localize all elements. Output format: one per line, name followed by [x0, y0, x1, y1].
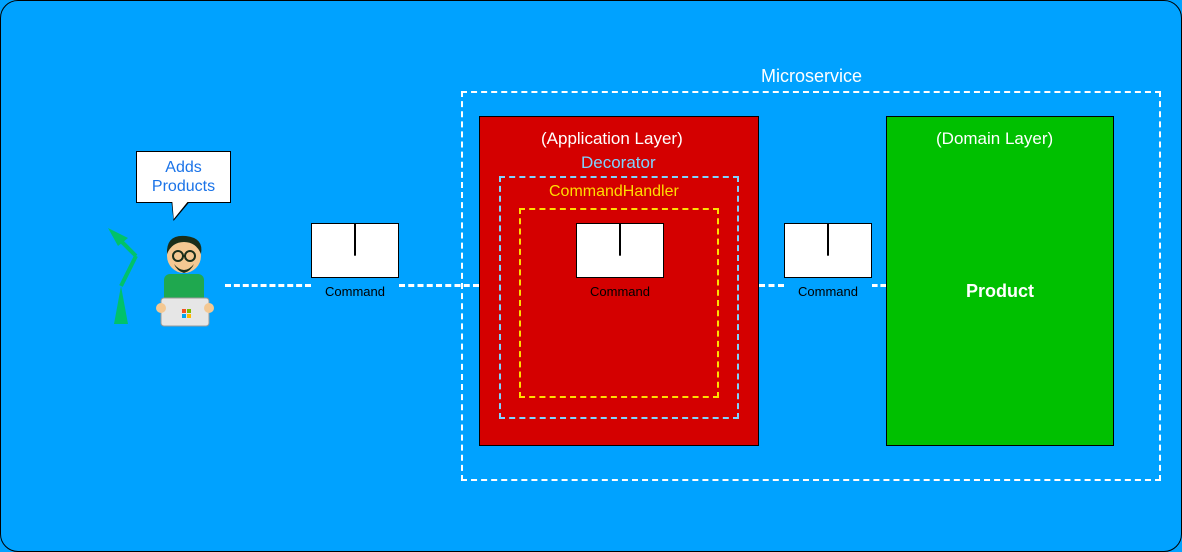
- command-label: Command: [785, 284, 871, 299]
- speech-line-1: Adds: [137, 158, 230, 177]
- command-label: Command: [312, 284, 398, 299]
- flow-line: [759, 284, 784, 287]
- envelope-icon: Command: [576, 223, 664, 278]
- speech-bubble: Adds Products: [136, 151, 231, 203]
- flow-line: [225, 284, 311, 287]
- flow-line: [872, 284, 886, 287]
- flow-line: [399, 284, 479, 287]
- microservice-label: Microservice: [761, 66, 862, 87]
- user-icon: [106, 216, 226, 336]
- envelope-icon: Command: [311, 223, 399, 278]
- envelope-icon: Command: [784, 223, 872, 278]
- domain-layer-label: (Domain Layer): [936, 129, 1053, 149]
- command-label: Command: [577, 284, 663, 299]
- application-layer-label: (Application Layer): [541, 129, 683, 149]
- domain-entity-label: Product: [966, 281, 1034, 302]
- speech-line-2: Products: [137, 177, 230, 196]
- decorator-label: Decorator: [581, 153, 656, 173]
